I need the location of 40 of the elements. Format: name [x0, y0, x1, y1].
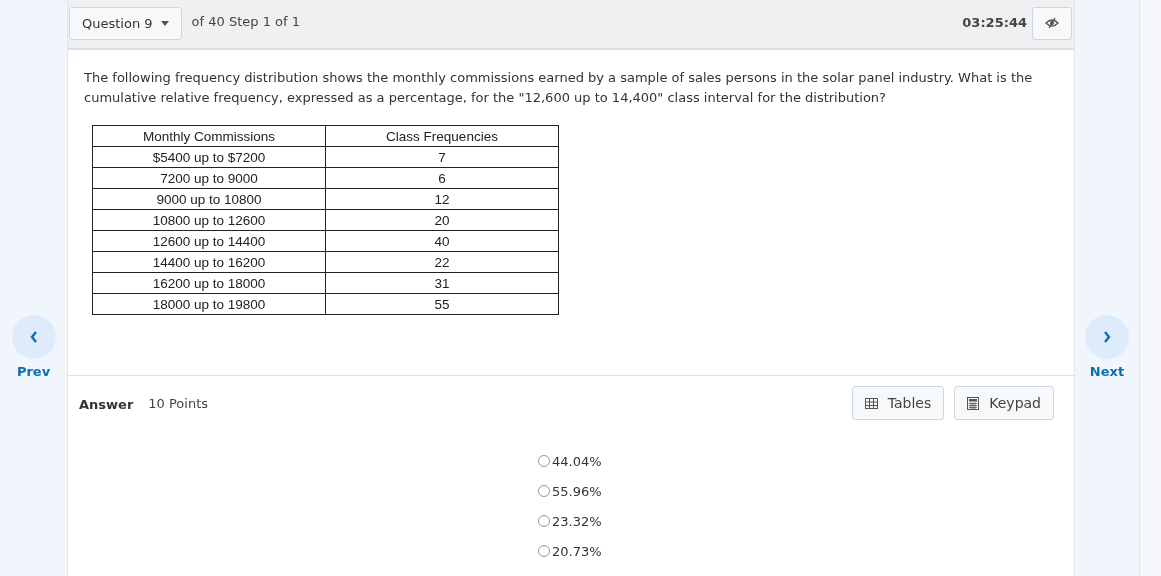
table-cell: 22 [325, 251, 559, 273]
prev-button[interactable] [11, 315, 56, 359]
table-cell: 12 [325, 188, 559, 210]
table-cell: 6 [325, 167, 559, 189]
table-cell: 7200 up to 9000 [92, 167, 326, 189]
calculator-icon [967, 396, 980, 410]
column-header: Monthly Commissions [92, 125, 326, 147]
caret-icon [160, 20, 169, 26]
chevron-right-icon [1103, 331, 1111, 343]
points-label: 10 Points [148, 395, 209, 411]
answer-option[interactable]: 55.96% [552, 483, 602, 499]
answer-option[interactable]: 23.32% [552, 513, 602, 529]
table-cell: 9000 up to 10800 [92, 188, 326, 210]
prev-link[interactable]: Prev [16, 364, 51, 379]
tables-button[interactable]: Tables [851, 386, 945, 420]
table-cell: 55 [325, 293, 559, 315]
question-dropdown[interactable]: Question 9 [69, 6, 182, 40]
column-header: Class Frequencies [325, 125, 559, 147]
hide-timer-button[interactable] [1032, 6, 1072, 40]
answer-label: Answer [79, 397, 134, 412]
next-button[interactable] [1085, 315, 1129, 359]
table-cell: 14400 up to 16200 [92, 251, 326, 273]
table-cell: 10800 up to 12600 [92, 209, 326, 231]
answer-option[interactable]: 20.73% [552, 543, 602, 559]
table-cell: 20 [325, 209, 559, 231]
next-link[interactable]: Next [1089, 364, 1125, 379]
table-cell: 12600 up to 14400 [92, 230, 326, 252]
question-text: The following frequency distribution shows the monthly commissions earned by a sample of sales persons in the solar panel industry. What is the cumulative relative frequency, expressed as a percentage, for the "12,600 up to 14,400" class interval for the distribution? [84, 69, 1034, 107]
table-cell: 7 [325, 146, 559, 168]
table-cell: 16200 up to 18000 [92, 272, 326, 294]
table-cell: 18000 up to 19800 [92, 293, 326, 315]
table-icon [864, 397, 878, 409]
table-cell: $5400 up to $7200 [92, 146, 326, 168]
chevron-left-icon [29, 331, 38, 343]
table-cell: 31 [325, 272, 559, 294]
answer-option[interactable]: 44.04% [552, 453, 602, 469]
timer: 03:25:44 [962, 14, 1027, 30]
table-cell: 40 [325, 230, 559, 252]
eye-slash-icon [1045, 17, 1059, 29]
keypad-button[interactable]: Keypad [954, 386, 1054, 420]
